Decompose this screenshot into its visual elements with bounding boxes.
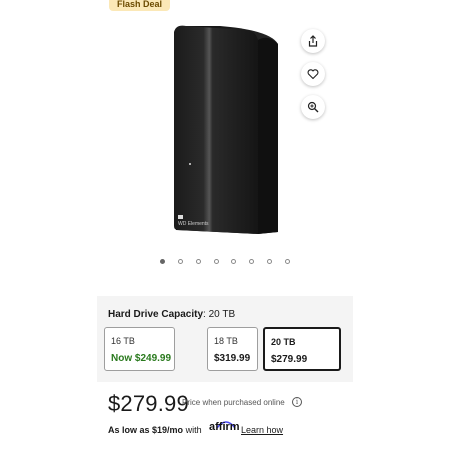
affirm-logo: affirm bbox=[209, 421, 240, 433]
wd-logo-mark bbox=[178, 215, 183, 219]
financing-amount: $19/mo bbox=[152, 425, 184, 435]
capacity-option-16tb[interactable]: 16 TB Now $249.99 bbox=[104, 327, 175, 371]
option-size: 18 TB bbox=[214, 336, 238, 346]
carousel-dot[interactable] bbox=[178, 259, 183, 264]
product-price: $279.99 bbox=[108, 391, 189, 416]
option-price: $319.99 bbox=[214, 353, 251, 364]
heart-icon bbox=[307, 69, 319, 80]
info-icon[interactable]: i bbox=[292, 397, 302, 407]
option-price: $279.99 bbox=[271, 354, 308, 365]
product-image[interactable]: WD Elements bbox=[160, 22, 290, 238]
financing-prefix: As low as bbox=[108, 425, 150, 435]
option-size: 20 TB bbox=[271, 337, 296, 347]
favorite-button[interactable] bbox=[301, 62, 325, 86]
option-price: Now $249.99 bbox=[111, 353, 172, 364]
financing-with: with bbox=[185, 425, 202, 435]
price-note: Price when purchased online bbox=[182, 398, 285, 407]
flash-deal-badge: Flash Deal bbox=[109, 0, 171, 11]
zoom-button[interactable] bbox=[301, 95, 325, 119]
carousel-dot[interactable] bbox=[249, 259, 254, 264]
carousel-pagination bbox=[0, 259, 450, 267]
carousel-dot[interactable] bbox=[285, 259, 290, 264]
carousel-dot[interactable] bbox=[231, 259, 236, 264]
financing-text: As low as $19/mo with bbox=[108, 425, 202, 435]
model-label: WD Elements bbox=[178, 221, 209, 227]
learn-how-link[interactable]: Learn how bbox=[241, 425, 283, 435]
capacity-label: Hard Drive Capacity bbox=[108, 309, 204, 320]
share-icon bbox=[308, 35, 318, 47]
carousel-dot[interactable] bbox=[267, 259, 272, 264]
capacity-selected-value: 20 TB bbox=[208, 309, 236, 320]
capacity-heading: Hard Drive Capacity: 20 TB bbox=[108, 309, 236, 320]
zoom-in-icon bbox=[307, 101, 319, 113]
capacity-option-20tb[interactable]: 20 TB $279.99 bbox=[263, 327, 341, 371]
carousel-dot[interactable] bbox=[196, 259, 201, 264]
share-button[interactable] bbox=[301, 29, 325, 53]
carousel-dot[interactable] bbox=[214, 259, 219, 264]
option-size: 16 TB bbox=[111, 336, 135, 346]
carousel-dot[interactable] bbox=[160, 259, 165, 264]
capacity-option-18tb[interactable]: 18 TB $319.99 bbox=[207, 327, 258, 371]
